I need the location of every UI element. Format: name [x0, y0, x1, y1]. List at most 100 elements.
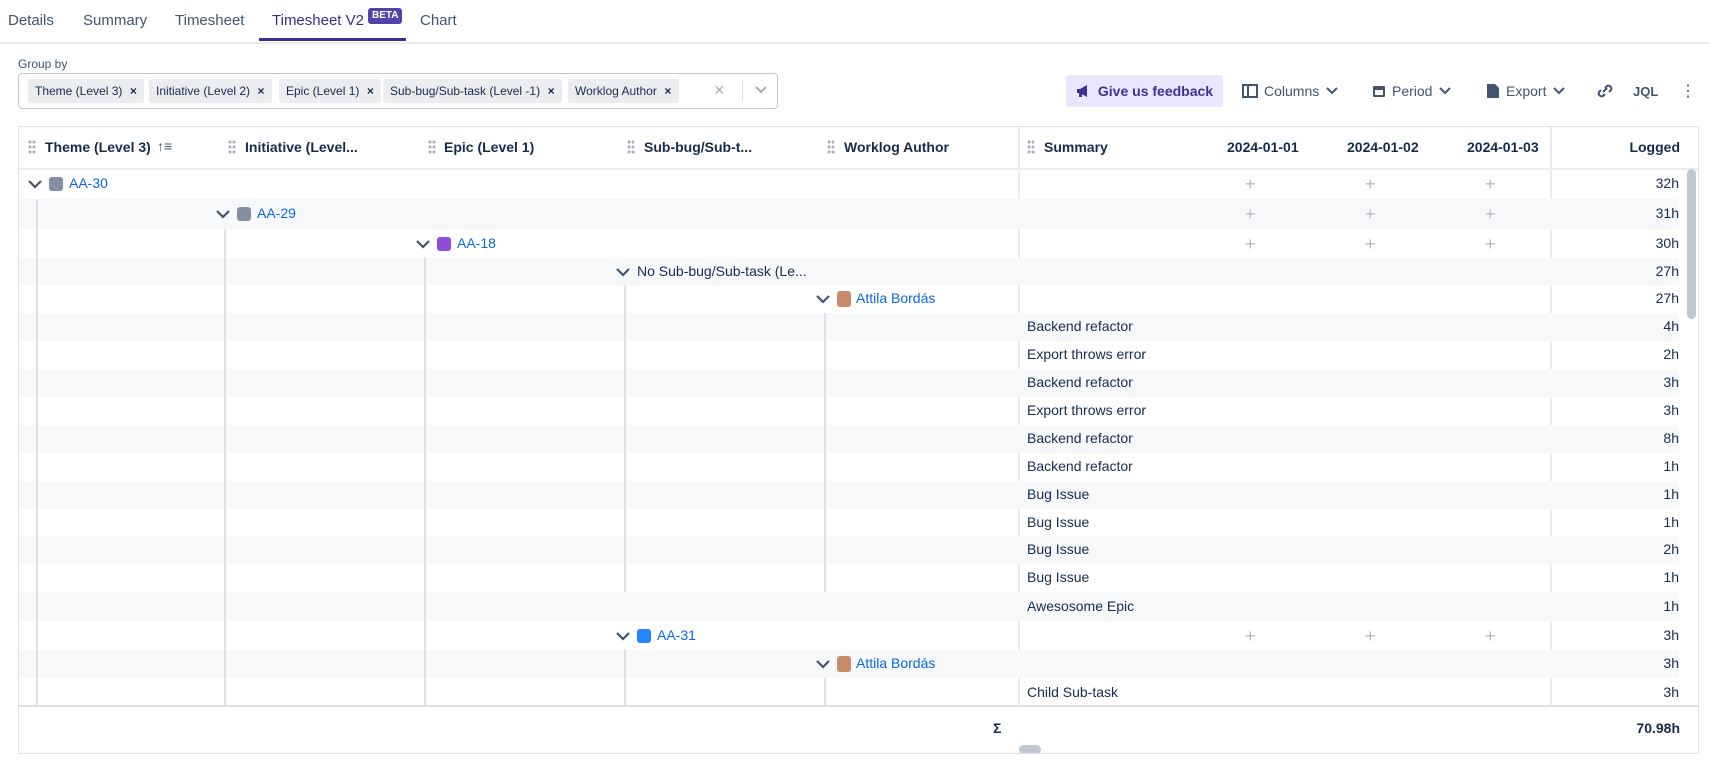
add-worklog-icon[interactable]: +: [1365, 175, 1376, 193]
logged-cell: 8h: [1663, 430, 1679, 446]
summary-cell: Bug Issue: [1027, 514, 1090, 530]
col-author[interactable]: Worklog Author: [844, 139, 949, 155]
add-worklog-icon[interactable]: +: [1365, 205, 1376, 223]
issue-key-link[interactable]: AA-29: [257, 205, 296, 221]
tab-timesheet-v2[interactable]: Timesheet V2: [272, 12, 364, 29]
total-logged: 70.98h: [1636, 720, 1680, 736]
table-footer: Σ 70.98h: [19, 705, 1698, 753]
col-logged[interactable]: Logged: [1629, 139, 1680, 155]
group-chip: Initiative (Level 2) ×: [149, 79, 273, 103]
col-date-1[interactable]: 2024-01-01: [1227, 139, 1299, 155]
beta-badge: BETA: [368, 8, 403, 24]
tree-guide-line: [824, 313, 826, 592]
remove-chip-icon[interactable]: ×: [359, 84, 381, 98]
add-worklog-icon[interactable]: +: [1245, 235, 1256, 253]
expand-chevron-icon[interactable]: [815, 293, 831, 305]
remove-chip-icon[interactable]: ×: [122, 84, 144, 98]
drag-handle-icon[interactable]: [428, 140, 436, 154]
tab-timesheet[interactable]: Timesheet: [175, 12, 244, 29]
drag-handle-icon[interactable]: [1027, 140, 1035, 154]
drag-handle-icon[interactable]: [627, 140, 635, 154]
drag-handle-icon[interactable]: [28, 140, 36, 154]
logged-cell: 4h: [1663, 318, 1679, 334]
summary-cell: Backend refactor: [1027, 458, 1133, 474]
divider: [742, 80, 743, 102]
issue-key-link[interactable]: AA-18: [457, 235, 496, 251]
timesheet-table: Theme (Level 3) ↑≡ Initiative (Level... …: [18, 126, 1699, 754]
expand-chevron-icon[interactable]: [27, 178, 43, 190]
tab-bar: Details Summary Timesheet Timesheet V2 B…: [0, 0, 1709, 44]
logged-cell: 3h: [1663, 684, 1679, 700]
add-worklog-icon[interactable]: +: [1245, 627, 1256, 645]
col-theme[interactable]: Theme (Level 3): [45, 139, 151, 155]
sort-icon[interactable]: ↑≡: [157, 138, 172, 154]
remove-chip-icon[interactable]: ×: [250, 84, 272, 98]
summary-cell: Export throws error: [1027, 402, 1147, 418]
add-worklog-icon[interactable]: +: [1485, 235, 1496, 253]
issue-type-icon: [437, 237, 451, 251]
chevron-down-icon: [1553, 87, 1566, 95]
add-worklog-icon[interactable]: +: [1485, 175, 1496, 193]
megaphone-icon: [1076, 85, 1087, 97]
tab-details[interactable]: Details: [8, 12, 54, 29]
col-subbug[interactable]: Sub-bug/Sub-t...: [644, 139, 752, 155]
col-date-2[interactable]: 2024-01-02: [1347, 139, 1419, 155]
logged-cell: 1h: [1663, 569, 1679, 585]
chevron-down-icon[interactable]: [754, 82, 768, 96]
table-row: Bug Issue 1h: [19, 564, 1679, 592]
logged-cell: 3h: [1663, 402, 1679, 418]
columns-button[interactable]: Columns: [1242, 75, 1339, 107]
remove-chip-icon[interactable]: ×: [540, 84, 562, 98]
feedback-button[interactable]: Give us feedback: [1066, 75, 1223, 107]
author-link[interactable]: Attila Bordás: [856, 655, 935, 671]
add-worklog-icon[interactable]: +: [1365, 627, 1376, 645]
more-icon[interactable]: ⋮: [1680, 81, 1696, 101]
vertical-scrollbar[interactable]: [1687, 169, 1696, 319]
drag-handle-icon[interactable]: [827, 140, 835, 154]
col-epic[interactable]: Epic (Level 1): [444, 139, 534, 155]
tab-chart[interactable]: Chart: [420, 12, 457, 29]
summary-cell: Export throws error: [1027, 346, 1147, 362]
expand-chevron-icon[interactable]: [815, 658, 831, 670]
expand-chevron-icon[interactable]: [215, 208, 231, 220]
tab-summary[interactable]: Summary: [83, 12, 147, 29]
expand-chevron-icon[interactable]: [615, 266, 631, 278]
export-button[interactable]: Export: [1486, 75, 1566, 107]
tree-guide-line: [824, 678, 826, 707]
horizontal-scrollbar[interactable]: [1019, 745, 1041, 753]
clear-all-icon[interactable]: ×: [714, 80, 725, 101]
issue-key-link[interactable]: AA-31: [657, 627, 696, 643]
table-row: AA-29 + + +31h: [19, 199, 1679, 229]
summary-cell: Backend refactor: [1027, 318, 1133, 334]
issue-type-icon: [237, 207, 251, 221]
add-worklog-icon[interactable]: +: [1485, 205, 1496, 223]
add-worklog-icon[interactable]: +: [1485, 627, 1496, 645]
add-worklog-icon[interactable]: +: [1365, 235, 1376, 253]
logged-cell: 32h: [1655, 175, 1679, 191]
add-worklog-icon[interactable]: +: [1245, 205, 1256, 223]
tree-guide-line: [424, 258, 426, 707]
author-link[interactable]: Attila Bordás: [856, 290, 935, 306]
summary-cell: Bug Issue: [1027, 486, 1090, 502]
issue-key-link[interactable]: AA-30: [69, 175, 108, 191]
chevron-down-icon: [1439, 87, 1452, 95]
jql-button[interactable]: JQL: [1633, 84, 1658, 99]
period-button[interactable]: Period: [1372, 75, 1452, 107]
link-icon[interactable]: [1596, 83, 1614, 99]
expand-chevron-icon[interactable]: [615, 630, 631, 642]
columns-icon: [1242, 84, 1258, 98]
issue-type-icon: [637, 629, 651, 643]
avatar: [837, 291, 851, 307]
col-summary[interactable]: Summary: [1044, 139, 1108, 155]
expand-chevron-icon[interactable]: [415, 238, 431, 250]
remove-chip-icon[interactable]: ×: [657, 84, 679, 98]
issue-type-icon: [49, 177, 63, 191]
table-row: Attila Bordás 3h: [19, 650, 1679, 678]
logged-cell: 2h: [1663, 346, 1679, 362]
group-chip: Epic (Level 1) ×: [279, 79, 382, 103]
drag-handle-icon[interactable]: [228, 140, 236, 154]
col-initiative[interactable]: Initiative (Level...: [245, 139, 358, 155]
col-date-3[interactable]: 2024-01-03: [1467, 139, 1539, 155]
summary-cell: Bug Issue: [1027, 541, 1090, 557]
add-worklog-icon[interactable]: +: [1245, 175, 1256, 193]
